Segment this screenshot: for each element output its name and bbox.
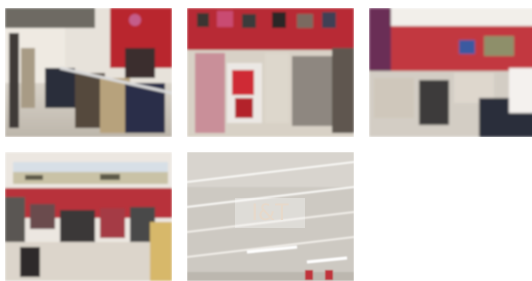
store-mural-photo [5, 152, 172, 281]
photo-thumbnail-2[interactable] [187, 8, 354, 137]
store-interior-photo [369, 8, 532, 137]
photo-thumbnail-1[interactable] [5, 8, 172, 137]
clothing-racks-photo [187, 8, 354, 137]
photo-thumbnail-4[interactable] [5, 152, 172, 281]
logo-watermark: I&T [251, 201, 289, 226]
store-ceiling-photo: I&T [187, 152, 354, 281]
photo-thumbnail-5[interactable]: I&T [187, 152, 354, 281]
photo-thumbnail-3[interactable] [369, 8, 532, 137]
store-aisle-photo [5, 8, 172, 137]
